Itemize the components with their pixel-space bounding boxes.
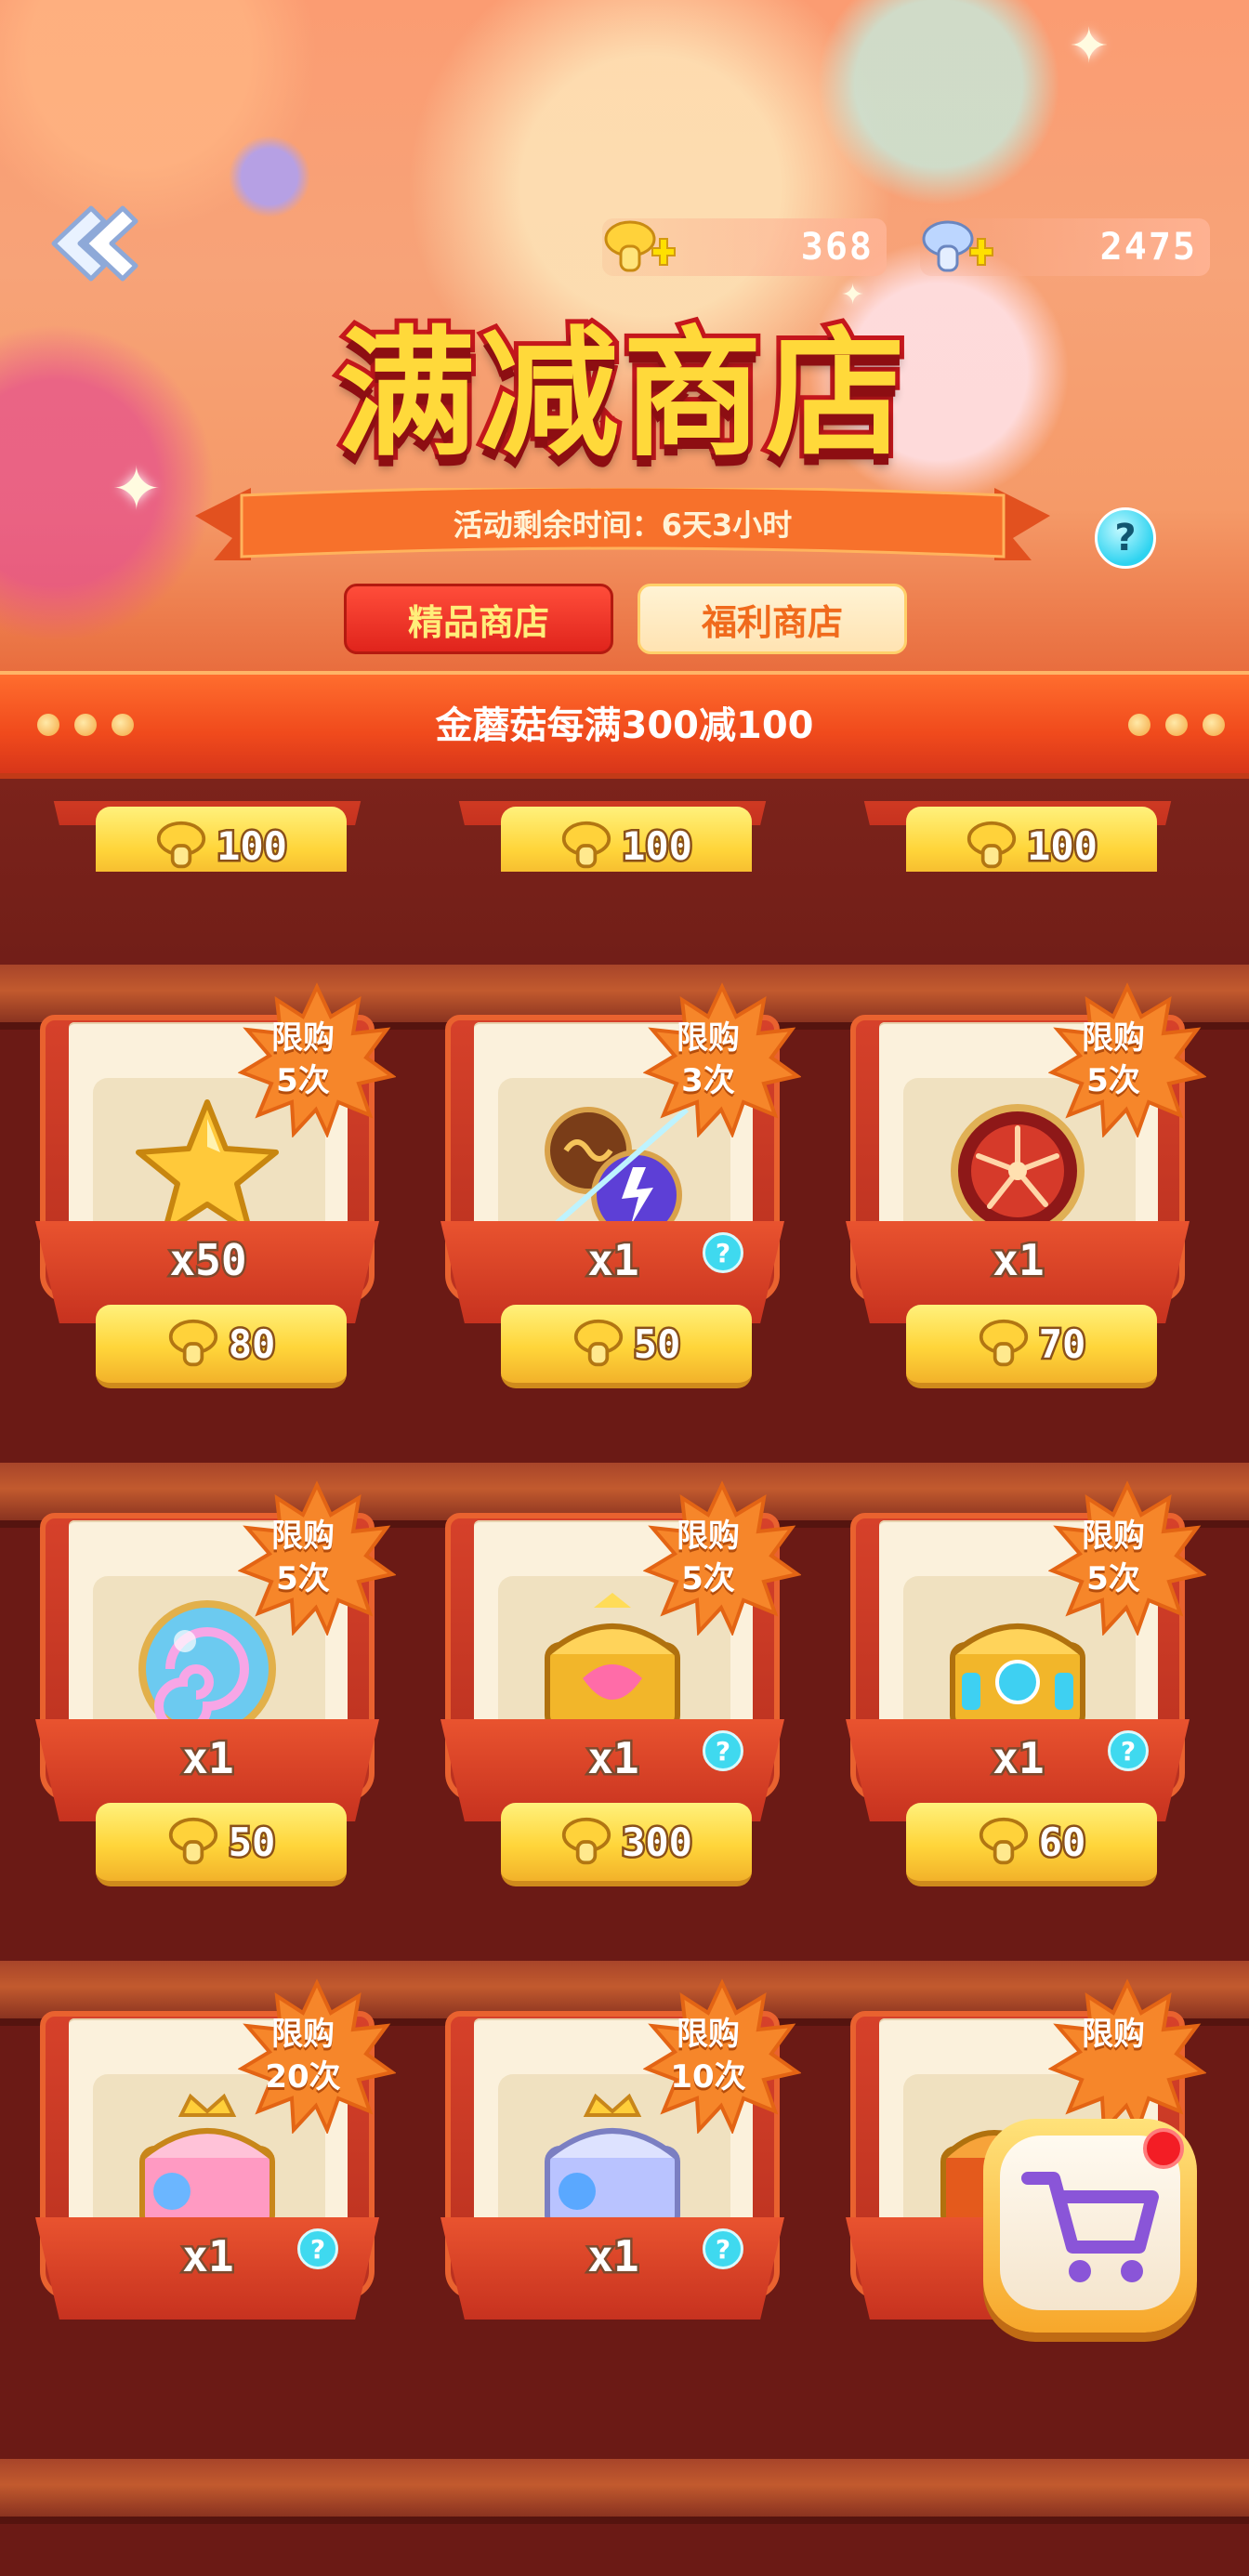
gold-mushroom-icon — [978, 1318, 1030, 1370]
gold-mushroom-icon — [560, 820, 612, 872]
item-info-button[interactable]: ? — [1108, 1730, 1149, 1771]
event-timer: 活动剩余时间：6天3小时 — [453, 507, 793, 543]
sparkle-icon: ✦ — [112, 455, 162, 524]
purchase-limit: 限购 5次 — [677, 1518, 740, 1597]
shop-item[interactable]: x1? 限购 5次 60 — [846, 1496, 1190, 1886]
silver-mushroom-add-icon[interactable] — [916, 213, 994, 282]
purchase-limit: 限购 3次 — [677, 1019, 740, 1099]
gold-mushroom-currency: 368 — [602, 218, 887, 276]
purchase-limit: 限购 10次 — [670, 2016, 746, 2096]
price-value: 80 — [226, 1319, 278, 1369]
shop-item[interactable]: x1? 限购 20次 — [35, 1994, 379, 2366]
purchase-limit: 限购 20次 — [265, 2016, 341, 2096]
purchase-limit: 限购 5次 — [1082, 1019, 1145, 1099]
price-button[interactable]: 70 — [906, 1305, 1157, 1388]
help-button[interactable]: ? — [1095, 507, 1156, 569]
gold-mushroom-icon — [167, 1816, 219, 1868]
price-value: 70 — [1036, 1319, 1088, 1369]
item-info-button[interactable]: ? — [703, 2228, 743, 2269]
price-button[interactable]: 50 — [96, 1803, 347, 1886]
shop-item[interactable]: x1? 限购 10次 — [440, 1994, 784, 2366]
title-block: 满减商店 — [307, 311, 939, 502]
gold-mushroom-icon — [155, 820, 207, 872]
price-button[interactable]: 300 — [501, 1803, 752, 1886]
price-value: 100 — [620, 821, 695, 871]
silver-mushroom-amount: 2475 — [1099, 226, 1197, 269]
shop-header: ✦ ✦ ✦ 368 2475 满减商店 活动剩余时间：6天3小时 ? 精品商店 — [0, 0, 1249, 678]
item-quantity: x1 — [991, 1233, 1046, 1288]
shop-item[interactable]: x1? 限购 5次 300 — [440, 1496, 784, 1886]
price-button[interactable]: 50 — [501, 1305, 752, 1388]
price-value: 100 — [1025, 821, 1100, 871]
sparkle-icon: ✦ — [841, 279, 865, 311]
shop-item[interactable]: x1 限购 5次 70 — [846, 998, 1190, 1388]
item-quantity: x50 — [167, 1233, 249, 1288]
purchase-limit: 限购 5次 — [271, 1518, 335, 1597]
banner-dots-right — [1128, 714, 1225, 736]
price-value: 100 — [215, 821, 290, 871]
item-info-button[interactable]: ? — [703, 1730, 743, 1771]
price-value: 60 — [1036, 1817, 1088, 1867]
gold-mushroom-icon — [966, 820, 1018, 872]
gold-mushroom-icon — [167, 1318, 219, 1370]
price-button[interactable]: 80 — [96, 1305, 347, 1388]
gold-mushroom-icon — [560, 1816, 612, 1868]
discount-banner: 金蘑菇每满300减100 — [0, 671, 1249, 779]
item-info-button[interactable]: ? — [703, 1232, 743, 1273]
gold-mushroom-add-icon[interactable] — [598, 213, 677, 282]
silver-mushroom-currency: 2475 — [920, 218, 1210, 276]
shop-item[interactable]: x1? 限购 3次 50 — [440, 998, 784, 1388]
item-quantity: x1 — [180, 1731, 236, 1786]
price-value: 50 — [226, 1817, 278, 1867]
back-arrow-icon[interactable] — [37, 197, 149, 290]
gold-mushroom-icon — [978, 1816, 1030, 1868]
price-value: 50 — [631, 1319, 683, 1369]
discount-text: 金蘑菇每满300减100 — [435, 704, 814, 747]
sparkle-icon: ✦ — [1069, 19, 1110, 74]
page-title: 满减商店 — [332, 311, 910, 479]
purchase-limit: 限购 5次 — [1082, 1518, 1145, 1597]
tab-welfare-shop[interactable]: 福利商店 — [638, 584, 907, 654]
price-button[interactable]: 60 — [906, 1803, 1157, 1886]
gold-mushroom-amount: 368 — [800, 226, 874, 269]
shop-item[interactable]: x50 限购 5次 80 — [35, 998, 379, 1388]
purchase-limit: 限购 5次 — [271, 1019, 335, 1099]
tab-premium-shop[interactable]: 精品商店 — [344, 584, 613, 654]
item-info-button[interactable]: ? — [297, 2228, 338, 2269]
price-value: 300 — [620, 1817, 695, 1867]
purchase-limit: 限购 — [1082, 2016, 1145, 2053]
cart-notification-dot — [1143, 2128, 1184, 2169]
shop-item[interactable]: x1 限购 5次 50 — [35, 1496, 379, 1886]
gold-mushroom-icon — [572, 1318, 624, 1370]
